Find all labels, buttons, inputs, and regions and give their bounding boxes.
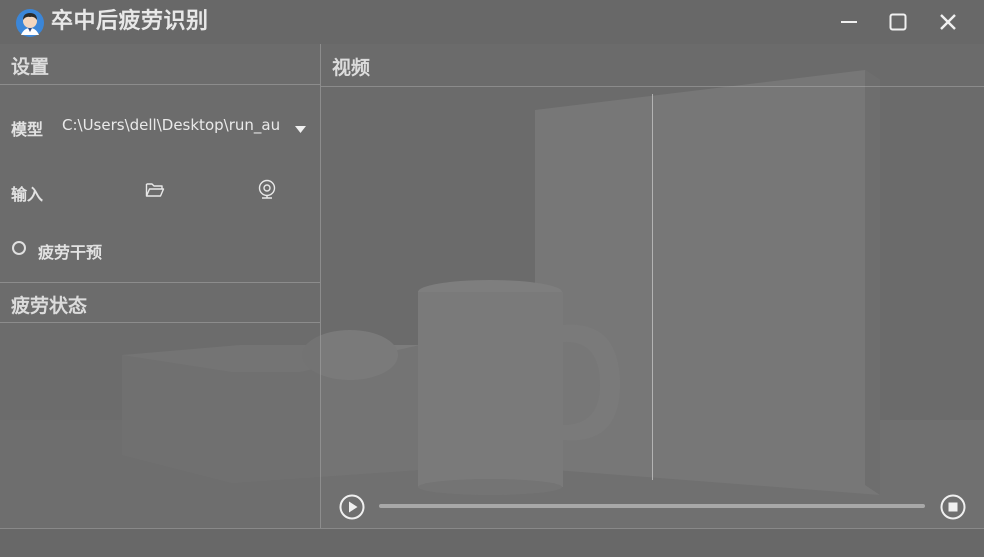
model-label: 模型	[11, 120, 44, 139]
settings-header: 设置	[0, 44, 320, 85]
model-select[interactable]: C:\Users\dell\Desktop\run_au	[62, 116, 286, 134]
webcam-icon	[258, 179, 276, 199]
play-button[interactable]	[339, 494, 365, 524]
folder-icon	[145, 183, 165, 197]
minimize-icon	[841, 21, 857, 23]
video-title: 视频	[332, 57, 371, 79]
play-icon	[339, 494, 365, 520]
webcam-button[interactable]	[255, 178, 279, 202]
settings-title: 设置	[11, 56, 50, 78]
window-title: 卒中后疲劳识别	[51, 9, 209, 34]
minimize-button[interactable]	[834, 8, 864, 36]
video-progress-slider[interactable]	[379, 504, 925, 508]
input-label: 输入	[11, 185, 44, 204]
video-divider	[652, 94, 653, 480]
video-header: 视频	[321, 44, 984, 87]
status-bar	[0, 528, 984, 557]
close-button[interactable]	[933, 8, 963, 36]
maximize-icon	[889, 13, 907, 31]
app-logo-icon	[16, 9, 44, 37]
fatigue-status-header: 疲劳状态	[0, 282, 320, 323]
stop-button[interactable]	[940, 494, 966, 524]
fatigue-status-title: 疲劳状态	[11, 295, 88, 317]
close-icon	[940, 14, 956, 30]
app-window: 卒中后疲劳识别 设置 模型 C:\Users\dell\Desktop\run_…	[0, 0, 984, 557]
fatigue-intervention-radio[interactable]	[12, 241, 26, 255]
title-bar: 卒中后疲劳识别	[0, 0, 984, 44]
settings-panel: 设置 模型 C:\Users\dell\Desktop\run_au 输入 疲劳…	[0, 44, 321, 528]
open-file-button[interactable]	[143, 178, 167, 202]
stop-icon	[940, 494, 966, 520]
video-panel: 视频	[321, 44, 984, 528]
fatigue-intervention-label: 疲劳干预	[38, 243, 103, 262]
dropdown-arrow-icon[interactable]	[295, 119, 306, 138]
maximize-button[interactable]	[883, 8, 913, 36]
